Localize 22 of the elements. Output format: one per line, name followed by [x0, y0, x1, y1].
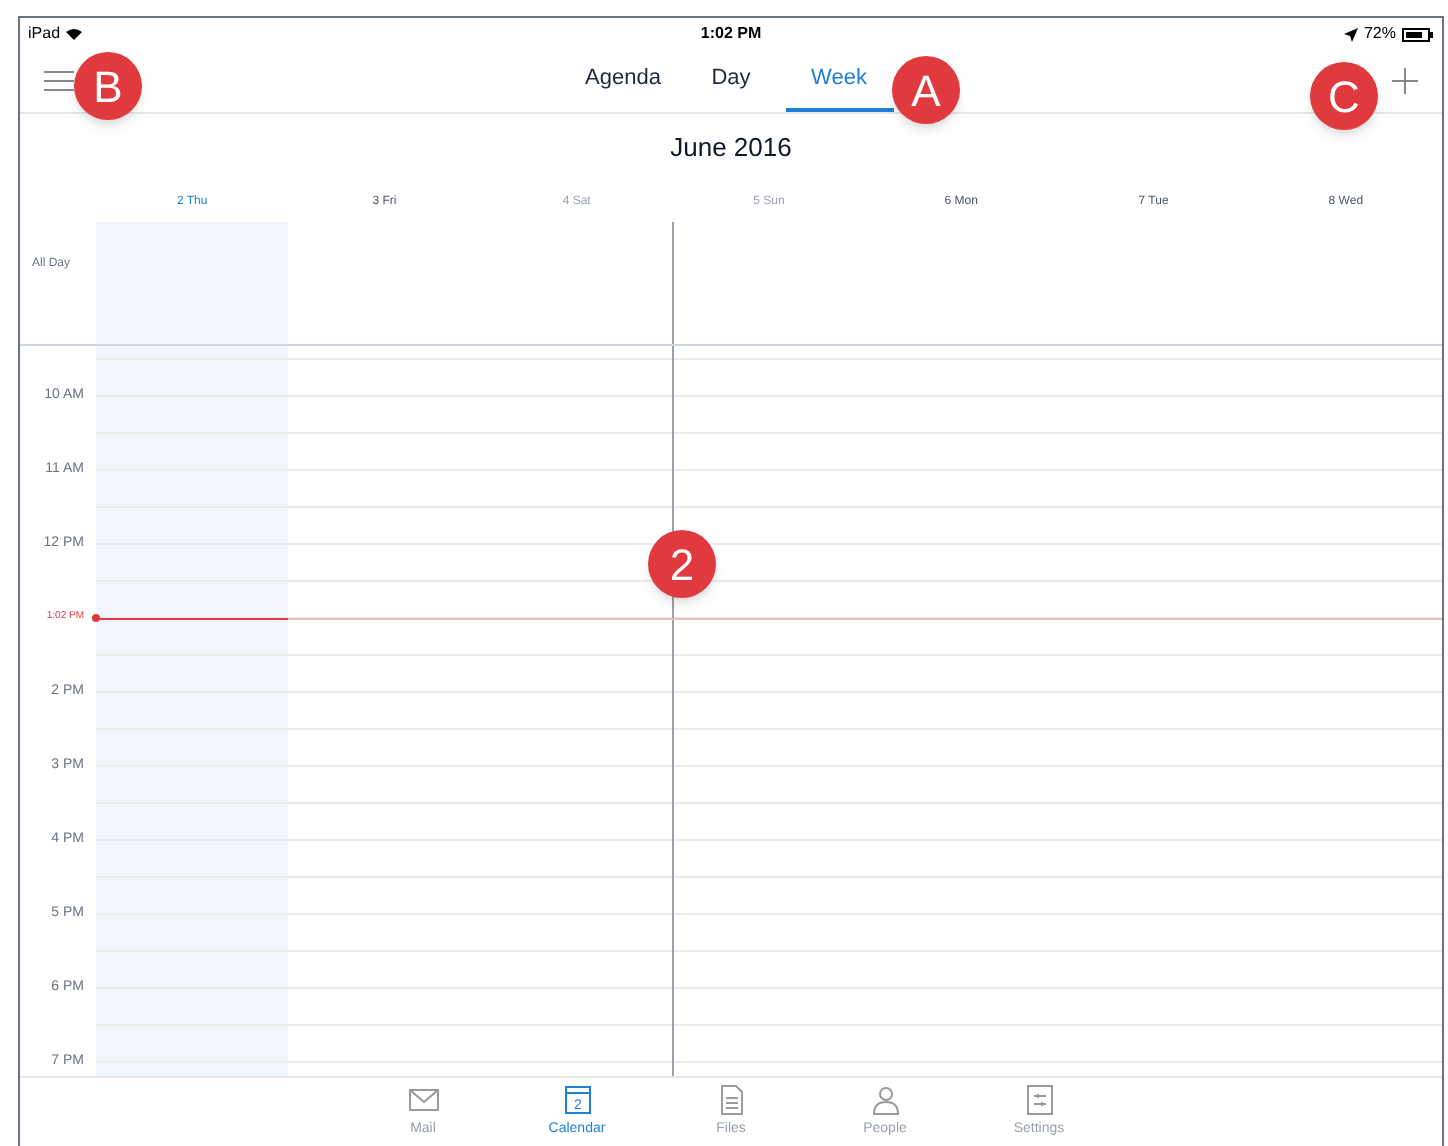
add-icon[interactable] [1392, 68, 1418, 94]
document-icon [715, 1084, 747, 1116]
location-arrow-icon [1343, 27, 1358, 41]
callout-marker: A [892, 56, 960, 124]
person-icon [869, 1084, 901, 1116]
status-time: 1:02 PM [700, 22, 762, 46]
view-tab[interactable]: Agenda [569, 50, 677, 112]
day-column[interactable] [96, 346, 288, 1076]
sliders-icon [1023, 1084, 1055, 1116]
battery-percent: 72% [1363, 22, 1396, 46]
callout-marker: 2 [648, 530, 716, 598]
all-day-cell[interactable] [96, 222, 288, 344]
callout-marker: B [74, 52, 142, 120]
view-tab[interactable]: Day [677, 50, 785, 112]
month-title: June 2016 [670, 130, 792, 167]
device-name: iPad [28, 22, 61, 46]
battery-icon [1402, 27, 1434, 41]
menu-icon[interactable] [44, 70, 74, 92]
wifi-icon [66, 28, 83, 40]
callout-marker: C [1310, 62, 1378, 130]
day-column[interactable] [672, 346, 866, 1076]
envelope-icon [407, 1084, 439, 1116]
